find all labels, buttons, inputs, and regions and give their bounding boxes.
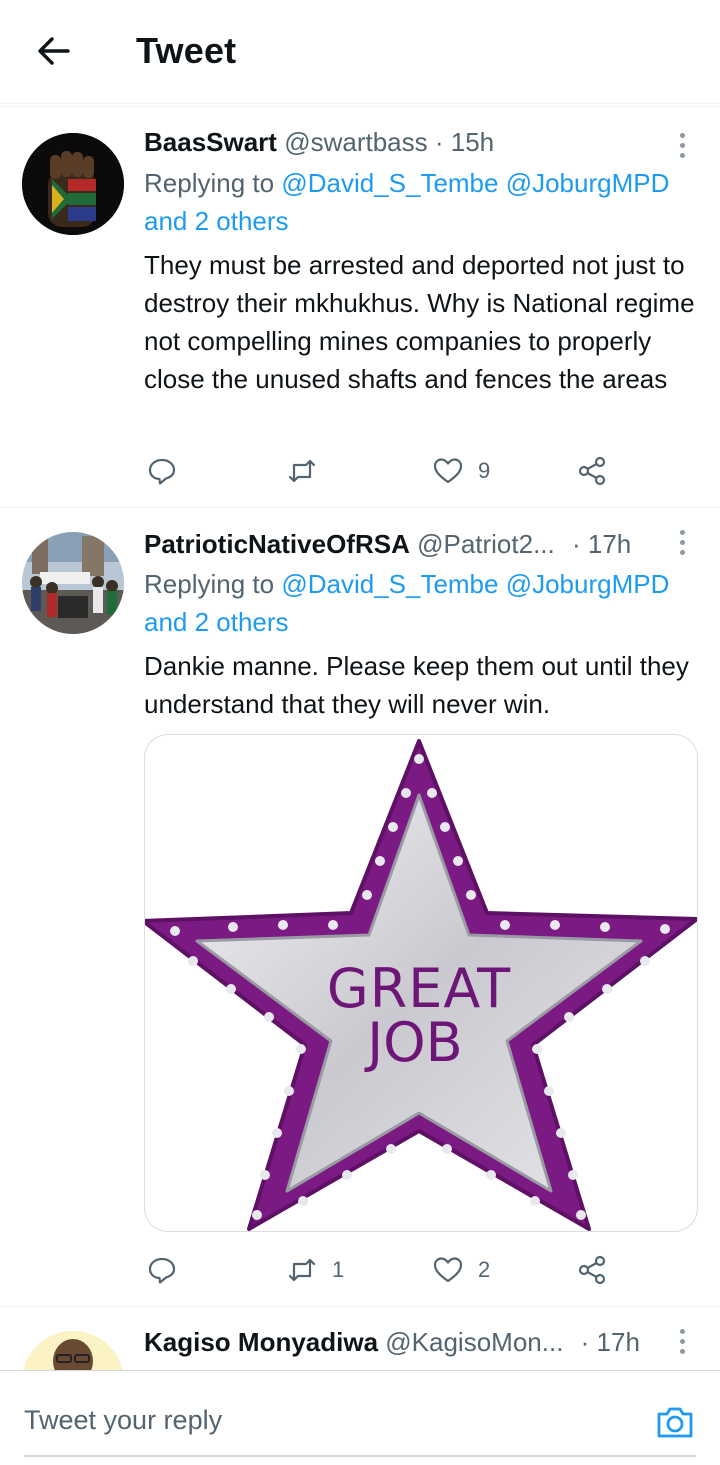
heart-icon (433, 458, 463, 484)
replying-prefix: Replying to (144, 168, 275, 198)
camera-icon[interactable] (654, 1401, 696, 1443)
more-options-icon[interactable] (676, 133, 688, 161)
timestamp: · 15h (434, 127, 495, 157)
tweet-actions: 1 2 (144, 1250, 624, 1290)
tweet[interactable]: BaasSwart @swartbass · 15h Replying to @… (0, 107, 720, 508)
like-count: 9 (478, 458, 491, 483)
retweet-count: 1 (332, 1257, 345, 1282)
reply-input-underline (24, 1455, 696, 1457)
avatar[interactable] (22, 1331, 124, 1370)
reply-button[interactable] (146, 1250, 192, 1290)
reply-icon (148, 458, 176, 485)
timestamp: · 17h (571, 529, 632, 559)
reply-icon (148, 1257, 176, 1284)
tweet-actions: 9 (144, 451, 624, 491)
great-job-star-image: GREAT JOB (145, 739, 697, 1231)
page-title: Tweet (136, 30, 237, 71)
share-icon (578, 456, 606, 486)
heart-icon (433, 1257, 463, 1283)
replying-prefix: Replying to (144, 569, 275, 599)
share-button[interactable] (576, 1250, 608, 1290)
avatar[interactable] (22, 133, 124, 235)
tweet-meta: BaasSwart @swartbass · 15h (144, 127, 494, 158)
reply-input[interactable]: Tweet your reply (24, 1405, 222, 1436)
replying-mentions[interactable]: @David_S_Tembe @JoburgMPD (281, 569, 669, 599)
protest-crowd-avatar-image (22, 532, 124, 634)
reply-composer: Tweet your reply (0, 1370, 720, 1465)
like-count: 2 (478, 1257, 491, 1282)
tweet-text: They must be arrested and deported not j… (144, 250, 695, 394)
more-options-icon[interactable] (676, 1329, 688, 1357)
fist-flag-avatar-image (22, 133, 124, 235)
tweet-text: Dankie manne. Please keep them out until… (144, 651, 689, 719)
tweet-meta: PatrioticNativeOfRSA @Patriot2... · 17h (144, 529, 631, 560)
author-handle[interactable]: @KagisoMon... (385, 1327, 563, 1357)
tweet-media-image[interactable]: GREAT JOB (144, 734, 698, 1232)
avatar[interactable] (22, 532, 124, 634)
reply-button[interactable] (146, 451, 192, 491)
author-name[interactable]: Kagiso Monyadiwa (144, 1327, 378, 1357)
replying-mentions[interactable]: @David_S_Tembe @JoburgMPD (281, 168, 669, 198)
retweet-icon (288, 1258, 316, 1282)
replying-to: Replying to @David_S_Tembe @JoburgMPD an… (144, 565, 704, 641)
author-name[interactable]: BaasSwart (144, 127, 277, 157)
retweet-button[interactable] (286, 451, 332, 491)
author-handle[interactable]: @Patriot2... (417, 529, 555, 559)
replying-to: Replying to @David_S_Tembe @JoburgMPD an… (144, 164, 704, 240)
share-button[interactable] (576, 451, 608, 491)
replying-others[interactable]: and 2 others (144, 607, 289, 637)
author-name[interactable]: PatrioticNativeOfRSA (144, 529, 410, 559)
like-button[interactable]: 2 (432, 1250, 490, 1290)
share-icon (578, 1255, 606, 1285)
author-handle[interactable]: @swartbass (284, 127, 427, 157)
job-text: JOB (364, 1011, 462, 1074)
person-avatar-image (22, 1331, 124, 1370)
tweet[interactable]: Kagiso Monyadiwa @KagisoMon... · 17h (0, 1307, 720, 1370)
replying-others[interactable]: and 2 others (144, 206, 289, 236)
timestamp: · 17h (580, 1327, 640, 1357)
tweet-meta: Kagiso Monyadiwa @KagisoMon... · 17h (144, 1327, 640, 1358)
like-button[interactable]: 9 (432, 451, 490, 491)
retweet-button[interactable]: 1 (286, 1250, 344, 1290)
retweet-icon (288, 459, 316, 483)
arrow-left-icon[interactable] (32, 30, 74, 72)
more-options-icon[interactable] (676, 530, 688, 558)
top-bar: Tweet (0, 0, 720, 104)
